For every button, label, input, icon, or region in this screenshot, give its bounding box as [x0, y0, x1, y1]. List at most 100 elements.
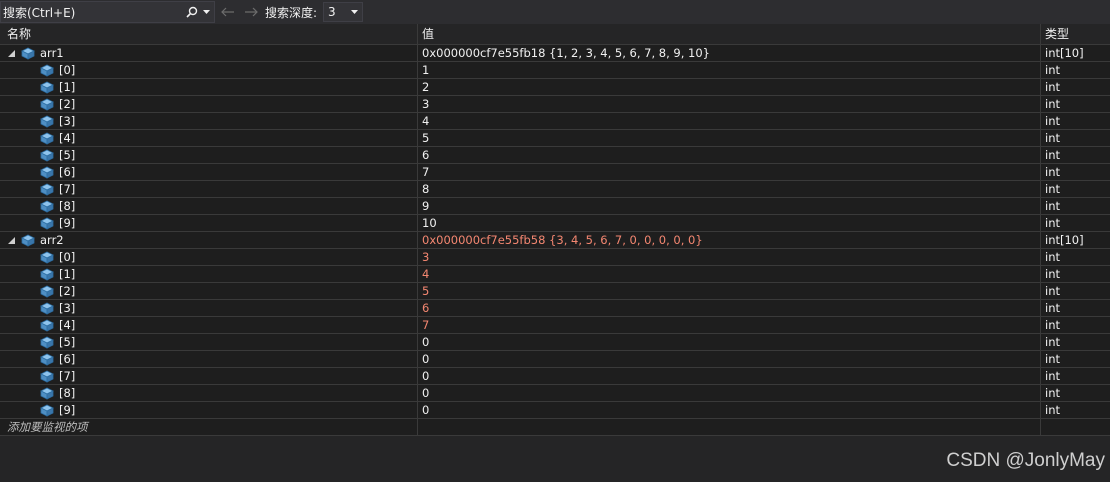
- watch-type-cell: int: [1045, 131, 1060, 145]
- search-options-dropdown-icon[interactable]: [201, 10, 211, 14]
- watch-rows: arr1 0x000000cf7e55fb18 {1, 2, 3, 4, 5, 6…: [0, 45, 1110, 419]
- watch-name-label: [1]: [59, 267, 76, 281]
- watch-name-cell: [5]: [0, 147, 418, 163]
- watch-value-cell[interactable]: 4: [418, 113, 1041, 129]
- watch-value-cell[interactable]: 3: [418, 249, 1041, 265]
- watch-row-element[interactable]: [8] 9 int: [0, 198, 1110, 215]
- arrow-right-icon[interactable]: [241, 2, 261, 22]
- variable-object-icon: [39, 114, 55, 128]
- add-watch-value-cell: [418, 419, 1041, 435]
- watch-row-arr2[interactable]: arr2 0x000000cf7e55fb58 {3, 4, 5, 6, 7, 0…: [0, 232, 1110, 249]
- search-icon[interactable]: [185, 5, 199, 19]
- watch-type-cell: int: [1045, 403, 1060, 417]
- add-watch-placeholder[interactable]: 添加要监视的项: [0, 419, 418, 435]
- watch-value-cell[interactable]: 7: [418, 164, 1041, 180]
- watch-row-element[interactable]: [7] 8 int: [0, 181, 1110, 198]
- watch-name-label: [8]: [59, 386, 76, 400]
- watch-name-cell: [9]: [0, 402, 418, 418]
- variable-object-icon: [39, 301, 55, 315]
- watch-name-label: [3]: [59, 301, 76, 315]
- watch-type-cell: int: [1045, 114, 1060, 128]
- watch-name-label: arr1: [40, 46, 64, 60]
- add-watch-row[interactable]: 添加要监视的项: [0, 419, 1110, 436]
- chevron-down-icon: [351, 10, 359, 14]
- watch-name-cell: [6]: [0, 164, 418, 180]
- variable-object-icon: [20, 46, 36, 60]
- variable-object-icon: [39, 182, 55, 196]
- watch-row-element[interactable]: [3] 6 int: [0, 300, 1110, 317]
- watch-name-label: [3]: [59, 114, 76, 128]
- watch-type-cell: int: [1045, 216, 1060, 230]
- watch-value-cell[interactable]: 8: [418, 181, 1041, 197]
- watch-name-label: arr2: [40, 233, 64, 247]
- watch-row-element[interactable]: [3] 4 int: [0, 113, 1110, 130]
- variable-object-icon: [39, 250, 55, 264]
- watch-type-cell: int: [1045, 63, 1060, 77]
- watch-name-cell: [1]: [0, 266, 418, 282]
- watch-value-cell[interactable]: 0: [418, 385, 1041, 401]
- watch-row-element[interactable]: [4] 5 int: [0, 130, 1110, 147]
- variable-object-icon: [39, 216, 55, 230]
- watch-row-element[interactable]: [8] 0 int: [0, 385, 1110, 402]
- watch-row-element[interactable]: [5] 6 int: [0, 147, 1110, 164]
- column-header-name[interactable]: 名称: [0, 24, 418, 44]
- expander-triangle-icon[interactable]: [6, 236, 16, 244]
- watch-name-cell: [7]: [0, 368, 418, 384]
- watch-row-element[interactable]: [0] 3 int: [0, 249, 1110, 266]
- watch-value-cell[interactable]: 1: [418, 62, 1041, 78]
- search-depth-label: 搜索深度:: [265, 5, 318, 20]
- watch-row-element[interactable]: [6] 7 int: [0, 164, 1110, 181]
- watch-type-cell: int: [1045, 250, 1060, 264]
- watch-value-cell[interactable]: 2: [418, 79, 1041, 95]
- variable-object-icon: [39, 199, 55, 213]
- watch-value-cell[interactable]: 10: [418, 215, 1041, 231]
- watch-value-cell[interactable]: 6: [418, 300, 1041, 316]
- variable-object-icon: [39, 97, 55, 111]
- watch-row-element[interactable]: [2] 3 int: [0, 96, 1110, 113]
- watch-value-cell[interactable]: 9: [418, 198, 1041, 214]
- watch-name-label: [5]: [59, 335, 76, 349]
- watch-type-cell: int: [1045, 97, 1060, 111]
- watch-row-element[interactable]: [0] 1 int: [0, 62, 1110, 79]
- watch-row-element[interactable]: [6] 0 int: [0, 351, 1110, 368]
- watch-type-cell: int: [1045, 318, 1060, 332]
- watch-type-cell: int: [1045, 352, 1060, 366]
- watch-row-element[interactable]: [5] 0 int: [0, 334, 1110, 351]
- search-placeholder: 搜索(Ctrl+E): [3, 5, 76, 20]
- watch-value-cell[interactable]: 0: [418, 368, 1041, 384]
- watch-row-element[interactable]: [1] 4 int: [0, 266, 1110, 283]
- variable-object-icon: [39, 369, 55, 383]
- watch-value-cell[interactable]: 0: [418, 402, 1041, 418]
- watch-value-cell[interactable]: 0: [418, 334, 1041, 350]
- watch-value-cell[interactable]: 0: [418, 351, 1041, 367]
- variable-object-icon: [39, 318, 55, 332]
- watch-value-cell[interactable]: 0x000000cf7e55fb58 {3, 4, 5, 6, 7, 0, 0,…: [418, 232, 1041, 248]
- watch-name-label: [5]: [59, 148, 76, 162]
- watch-value-cell[interactable]: 4: [418, 266, 1041, 282]
- watch-row-element[interactable]: [1] 2 int: [0, 79, 1110, 96]
- column-header-type[interactable]: 类型: [1041, 24, 1110, 44]
- column-header-value[interactable]: 值: [418, 24, 1041, 44]
- watch-name-label: [0]: [59, 250, 76, 264]
- search-depth-select[interactable]: 3: [323, 2, 364, 22]
- watch-value-cell[interactable]: 5: [418, 130, 1041, 146]
- watch-name-label: [6]: [59, 352, 76, 366]
- variable-object-icon: [39, 267, 55, 281]
- watch-value-cell[interactable]: 7: [418, 317, 1041, 333]
- arrow-left-icon[interactable]: [218, 2, 238, 22]
- watch-toolbar: 搜索(Ctrl+E) 搜索深度: 3: [0, 0, 1110, 24]
- watch-row-element[interactable]: [7] 0 int: [0, 368, 1110, 385]
- watch-row-element[interactable]: [4] 7 int: [0, 317, 1110, 334]
- watch-value-cell[interactable]: 5: [418, 283, 1041, 299]
- watch-name-label: [1]: [59, 80, 76, 94]
- expander-triangle-icon[interactable]: [6, 49, 16, 57]
- search-input[interactable]: 搜索(Ctrl+E): [0, 1, 215, 23]
- watch-value-cell[interactable]: 3: [418, 96, 1041, 112]
- watch-row-element[interactable]: [9] 10 int: [0, 215, 1110, 232]
- watch-value-cell[interactable]: 0x000000cf7e55fb18 {1, 2, 3, 4, 5, 6, 7,…: [418, 45, 1041, 61]
- watch-row-element[interactable]: [2] 5 int: [0, 283, 1110, 300]
- watch-row-arr1[interactable]: arr1 0x000000cf7e55fb18 {1, 2, 3, 4, 5, 6…: [0, 45, 1110, 62]
- column-header-row: 名称 值 类型: [0, 24, 1110, 45]
- watch-row-element[interactable]: [9] 0 int: [0, 402, 1110, 419]
- watch-value-cell[interactable]: 6: [418, 147, 1041, 163]
